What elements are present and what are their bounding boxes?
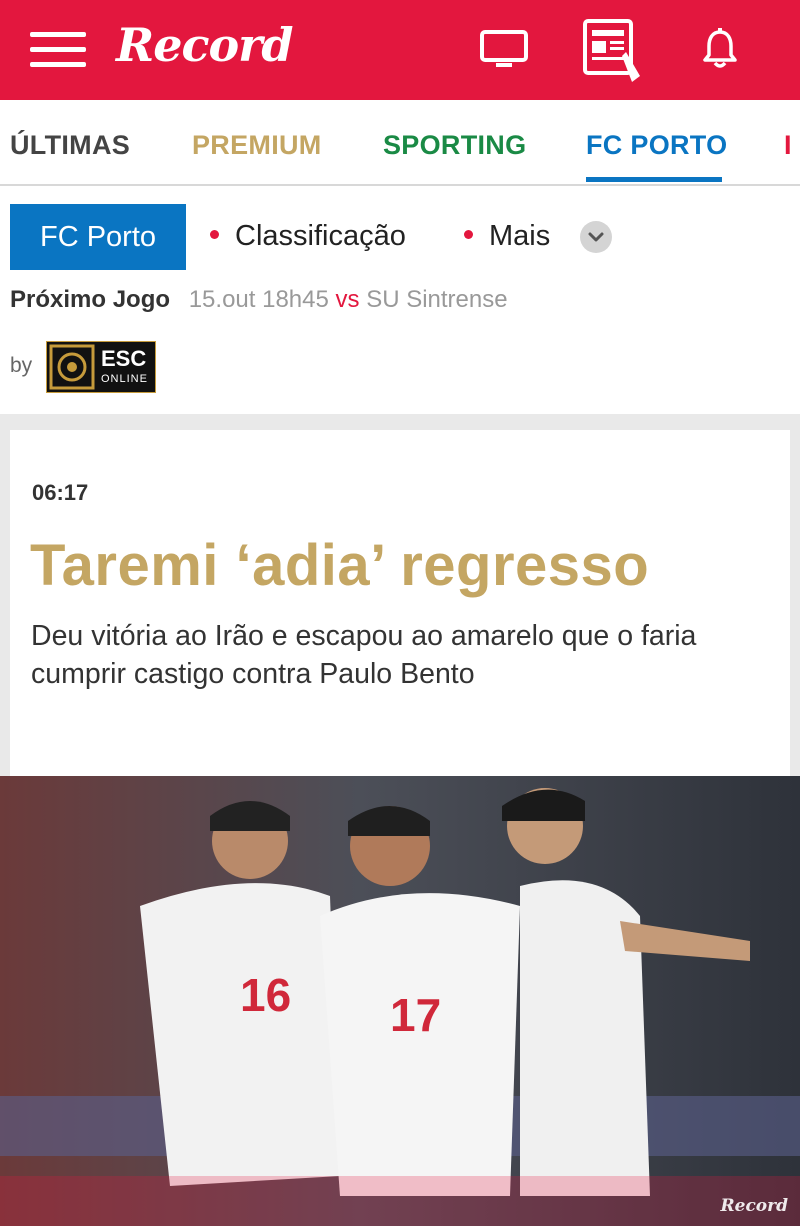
article-photo[interactable]: 16 17 Record	[0, 776, 800, 1226]
photo-watermark: Record	[720, 1196, 788, 1216]
record-logo[interactable]: Record	[116, 18, 294, 72]
mais-link[interactable]: Mais	[464, 220, 550, 253]
tab-fc-porto[interactable]: FC PORTO	[586, 130, 727, 161]
mais-label: Mais	[489, 220, 551, 252]
menu-icon[interactable]	[30, 30, 86, 70]
sponsor-name: ESC	[101, 346, 147, 371]
article-lead: Deu vitória ao Irão e escapou ao amarelo…	[31, 620, 697, 690]
classificacao-link[interactable]: Classificação	[210, 220, 406, 253]
shirt-number-16: 16	[240, 969, 291, 1021]
menu-bar	[30, 62, 86, 67]
tab-next-partial[interactable]: I	[784, 130, 792, 161]
bullet-icon	[464, 229, 473, 239]
next-game-vs: vs	[335, 286, 360, 313]
active-tab-indicator	[586, 177, 722, 182]
next-game: Próximo Jogo 15.out 18h45 vs SU Sintrens…	[10, 286, 508, 314]
next-game-opponent: SU Sintrense	[366, 286, 508, 313]
tv-icon-svg	[480, 30, 528, 67]
bell-icon[interactable]	[700, 28, 740, 75]
players-photo-illustration: 16 17	[0, 776, 800, 1226]
tab-sporting[interactable]: SPORTING	[383, 130, 526, 161]
section-tabs: ÚLTIMAS PREMIUM SPORTING FC PORTO I	[0, 100, 800, 186]
tab-premium[interactable]: PREMIUM	[192, 130, 322, 161]
article-time: 06:17	[32, 480, 89, 505]
sponsor-subtitle: ONLINE	[101, 373, 148, 385]
menu-bar	[30, 32, 86, 37]
chevron-down-icon[interactable]	[580, 221, 612, 253]
top-header: Record	[0, 0, 800, 100]
menu-bar	[30, 47, 86, 52]
team-button[interactable]: FC Porto	[10, 204, 186, 270]
shirt-number-17: 17	[390, 989, 441, 1041]
team-info-panel: FC Porto Classificação Mais Próximo Jogo…	[0, 186, 800, 414]
article-headline[interactable]: Taremi ‘adia’ regresso	[30, 532, 649, 599]
newspaper-icon[interactable]	[582, 18, 642, 89]
next-game-datetime: 15.out 18h45	[188, 286, 329, 313]
sponsor-by-label: by	[10, 354, 33, 377]
tab-ultimas[interactable]: ÚLTIMAS	[10, 130, 130, 161]
bullet-icon	[210, 229, 219, 239]
next-game-label: Próximo Jogo	[10, 286, 171, 313]
newspaper-icon-svg	[583, 19, 640, 82]
sponsor-logo[interactable]: ESC ONLINE	[46, 341, 156, 393]
chevron-down-svg	[588, 232, 604, 242]
classificacao-label: Classificação	[235, 220, 406, 252]
tv-icon[interactable]	[480, 30, 528, 75]
bell-icon-svg	[703, 28, 737, 68]
photo-overlay-bar	[0, 1176, 800, 1226]
